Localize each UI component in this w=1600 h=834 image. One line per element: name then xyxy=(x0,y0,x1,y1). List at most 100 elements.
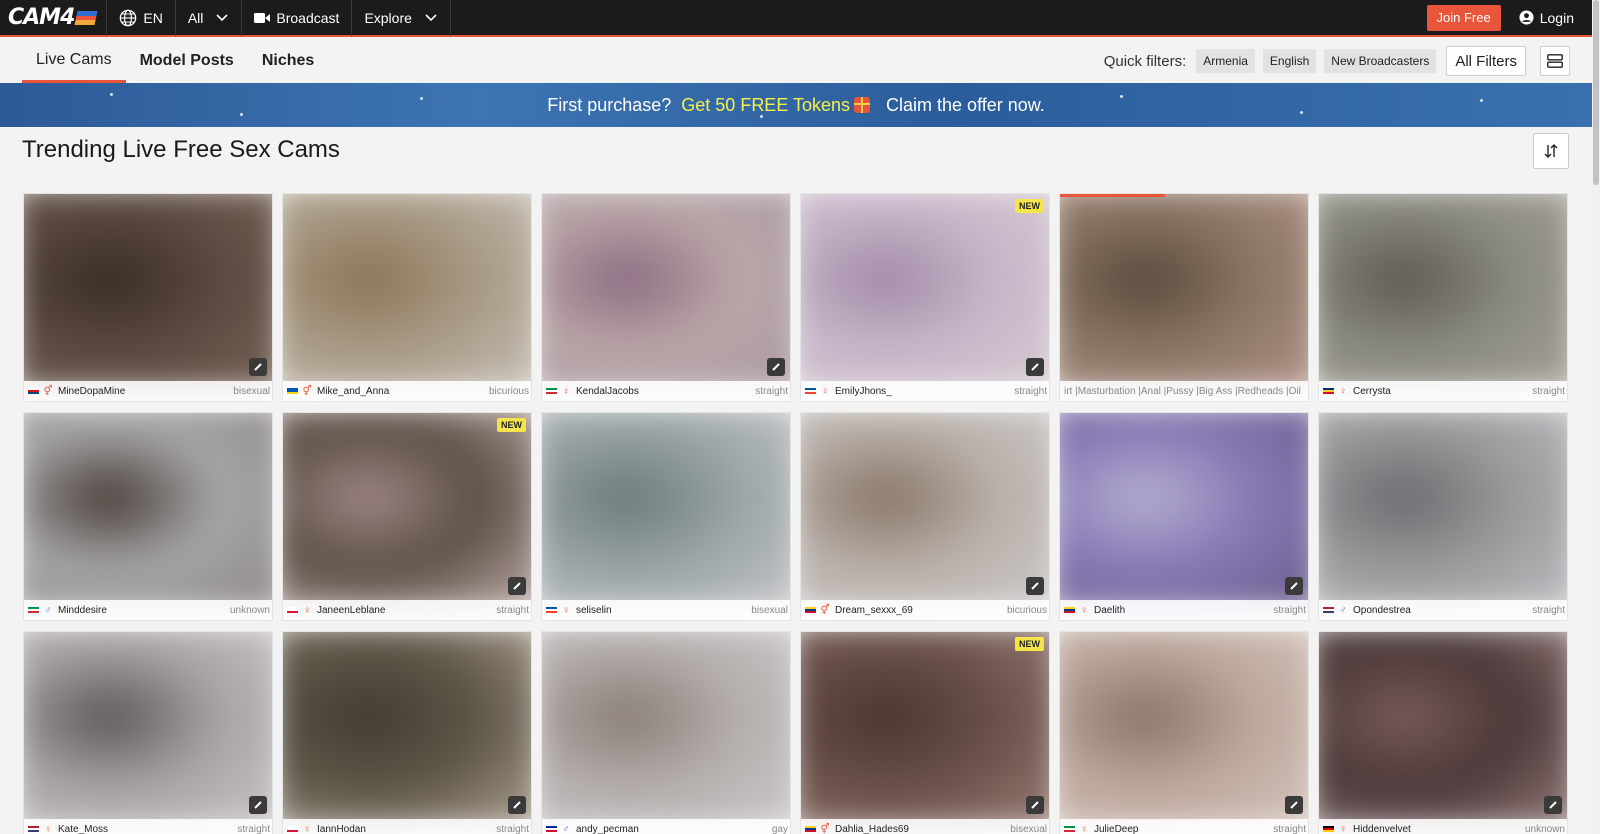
cam-card[interactable]: ♂ Opondestrea straight xyxy=(1318,412,1568,621)
cam-orientation: straight xyxy=(755,385,788,397)
tab-live-cams[interactable]: Live Cams xyxy=(22,39,126,83)
cam-card[interactable]: ♀ Cerrysta straight xyxy=(1318,193,1568,402)
edit-icon[interactable] xyxy=(1026,796,1044,814)
cam-username[interactable]: EmilyJhons_ xyxy=(835,386,892,397)
cam-username[interactable]: JaneenLeblane xyxy=(317,605,385,616)
couple-icon: ⚥ xyxy=(820,823,830,834)
all-filters-button[interactable]: All Filters xyxy=(1446,46,1526,76)
cam-card[interactable]: ♀ KendalJacobs straight xyxy=(541,193,791,402)
sort-button[interactable] xyxy=(1533,133,1569,169)
cam-card[interactable]: ⚥ MineDopaMine bisexual xyxy=(23,193,273,402)
top-bar-actions: Join Free Login xyxy=(1426,4,1592,31)
quick-filter-english[interactable]: English xyxy=(1262,49,1317,73)
cam-card-footer: ⚥ MineDopaMine bisexual xyxy=(24,381,272,401)
cam-card-footer: ♀ EmilyJhons_ straight xyxy=(801,381,1049,401)
cam-card[interactable]: ♀ Hiddenvelvet unknown xyxy=(1318,631,1568,834)
cam-thumbnail xyxy=(1319,632,1567,830)
edit-icon[interactable] xyxy=(1026,577,1044,595)
page-scrollbar-thumb[interactable] xyxy=(1593,0,1599,185)
cam-card[interactable]: NEW ⚥ Dahlia_Hades69 bisexual xyxy=(800,631,1050,834)
edit-icon[interactable] xyxy=(508,577,526,595)
country-flag-icon xyxy=(28,606,39,614)
cam-card[interactable]: NEW ♀ JaneenLeblane straight xyxy=(282,412,532,621)
cam-card-footer: ♂ andy_pecman gay xyxy=(542,819,790,834)
cam-orientation: straight xyxy=(1532,604,1565,616)
broadcast-button[interactable]: Broadcast xyxy=(242,0,353,36)
cam-card-footer: ♀ Daelith straight xyxy=(1060,600,1308,620)
edit-icon[interactable] xyxy=(1285,577,1303,595)
edit-icon[interactable] xyxy=(767,358,785,376)
cam-card-footer: irt |Masturbation |Anal |Pussy |Big Ass … xyxy=(1060,381,1308,401)
cam-thumbnail xyxy=(283,632,531,830)
cam-username[interactable]: Minddesire xyxy=(58,605,107,616)
country-flag-icon xyxy=(1323,606,1334,614)
edit-icon[interactable] xyxy=(1285,796,1303,814)
country-flag-icon xyxy=(546,606,557,614)
tab-model-posts[interactable]: Model Posts xyxy=(126,39,248,83)
female-icon: ♀ xyxy=(562,604,570,616)
list-view-icon xyxy=(1547,54,1563,68)
cam-card-footer: ♀ Hiddenvelvet unknown xyxy=(1319,819,1567,834)
layout-toggle-button[interactable] xyxy=(1540,46,1570,76)
cam-card[interactable]: ♀ Daelith straight xyxy=(1059,412,1309,621)
cam-card[interactable]: ♀ IannHodan straight xyxy=(282,631,532,834)
cam-username[interactable]: Dahlia_Hades69 xyxy=(835,824,909,834)
cam-username[interactable]: IannHodan xyxy=(317,824,366,834)
cam-username[interactable]: seliselin xyxy=(576,605,612,616)
cam-card[interactable]: ♀ JulieDeep straight xyxy=(1059,631,1309,834)
cam-card[interactable]: ⚥ Mike_and_Anna bicurious xyxy=(282,193,532,402)
explore-label: Explore xyxy=(364,9,412,26)
female-icon: ♀ xyxy=(1080,604,1088,616)
cam-username[interactable]: Mike_and_Anna xyxy=(317,386,389,397)
cam-card[interactable]: ♂ Minddesire unknown xyxy=(23,412,273,621)
cam-username[interactable]: KendalJacobs xyxy=(576,386,639,397)
join-free-button[interactable]: Join Free xyxy=(1426,4,1501,31)
cam-card[interactable]: irt |Masturbation |Anal |Pussy |Big Ass … xyxy=(1059,193,1309,402)
edit-icon[interactable] xyxy=(508,796,526,814)
cam-username[interactable]: Daelith xyxy=(1094,605,1125,616)
login-button[interactable]: Login xyxy=(1519,10,1574,26)
quick-filter-new-broadcasters[interactable]: New Broadcasters xyxy=(1324,49,1437,73)
cam-thumbnail xyxy=(542,413,790,611)
edit-icon[interactable] xyxy=(1026,358,1044,376)
tab-niches[interactable]: Niches xyxy=(248,39,328,83)
female-icon: ♀ xyxy=(303,823,311,834)
cam-username[interactable]: andy_pecman xyxy=(576,824,639,834)
country-flag-icon xyxy=(546,825,557,833)
cam-username[interactable]: Hiddenvelvet xyxy=(1353,824,1411,834)
cam-username[interactable]: MineDopaMine xyxy=(58,386,125,397)
sub-navigation: Live Cams Model Posts Niches Quick filte… xyxy=(0,39,1592,83)
cam-thumbnail xyxy=(542,194,790,392)
cam-card[interactable]: ♀ seliselin bisexual xyxy=(541,412,791,621)
country-flag-icon xyxy=(1064,825,1075,833)
cam-username[interactable]: Cerrysta xyxy=(1353,386,1391,397)
cam-card[interactable]: ♀ Kate_Moss straight xyxy=(23,631,273,834)
gender-filter-dropdown[interactable]: All xyxy=(176,0,243,36)
male-icon: ♂ xyxy=(1339,604,1347,616)
gift-icon xyxy=(854,96,871,113)
cam-card[interactable]: NEW ♀ EmilyJhons_ straight xyxy=(800,193,1050,402)
cam-card[interactable]: ⚥ Dream_sexxx_69 bicurious xyxy=(800,412,1050,621)
cam-card[interactable]: ♂ andy_pecman gay xyxy=(541,631,791,834)
explore-dropdown[interactable]: Explore xyxy=(352,0,451,36)
edit-icon[interactable] xyxy=(249,796,267,814)
language-selector[interactable]: EN xyxy=(106,0,176,36)
female-icon: ♀ xyxy=(821,385,829,397)
cam-username[interactable]: Dream_sexxx_69 xyxy=(835,605,913,616)
cam-username[interactable]: JulieDeep xyxy=(1094,824,1138,834)
promo-banner[interactable]: First purchase? Get 50 FREE Tokens Claim… xyxy=(0,83,1592,127)
country-flag-icon xyxy=(1323,387,1334,395)
quick-filter-armenia[interactable]: Armenia xyxy=(1196,49,1255,73)
edit-icon[interactable] xyxy=(249,358,267,376)
cam-orientation: unknown xyxy=(229,604,270,616)
country-flag-icon xyxy=(287,387,298,395)
new-badge: NEW xyxy=(1015,637,1044,651)
edit-icon[interactable] xyxy=(1544,796,1562,814)
female-icon: ♀ xyxy=(1339,823,1347,834)
country-flag-icon xyxy=(28,825,39,833)
cam-username[interactable]: Kate_Moss xyxy=(58,824,108,834)
cam-username[interactable]: Opondestrea xyxy=(1353,605,1411,616)
cam-orientation: bisexual xyxy=(233,385,270,397)
male-icon: ♂ xyxy=(562,823,570,834)
brand-logo[interactable]: CAM4 xyxy=(0,0,106,36)
